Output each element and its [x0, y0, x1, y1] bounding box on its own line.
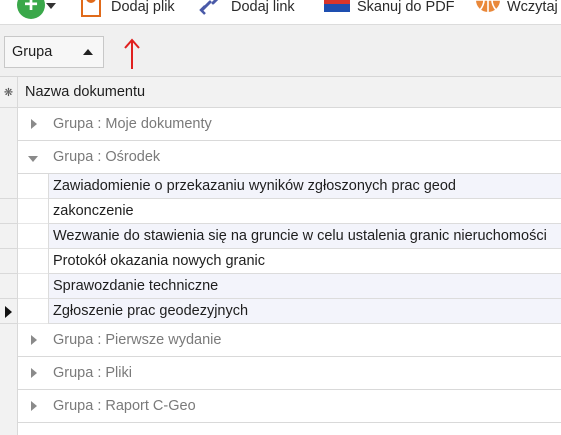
globe-icon [476, 0, 500, 12]
table-row[interactable]: zakonczenie [48, 199, 561, 224]
group-row-raport-c-geo[interactable]: Grupa : Raport C-Geo [18, 390, 561, 423]
group-by-panel: Grupa [0, 24, 561, 77]
chevron-down-icon[interactable] [46, 3, 56, 9]
scan-to-pdf-button[interactable]: Skanuj do PDF [357, 0, 455, 21]
expand-icon[interactable] [31, 335, 37, 345]
row-indicator-current[interactable] [0, 299, 18, 324]
toolbar: + Dodaj plik Dodaj link Skanuj do PDF Wc… [0, 0, 561, 24]
group-chip[interactable]: Grupa [4, 36, 104, 68]
group-indent [18, 224, 48, 249]
table-row[interactable]: Sprawozdanie techniczne [48, 274, 561, 299]
group-label: Grupa : Raport C-Geo [53, 398, 196, 414]
current-row-icon [5, 306, 12, 318]
table-row[interactable]: Zawiadomienie o przekazaniu wyników zgło… [48, 174, 561, 199]
row-indicator[interactable] [0, 249, 18, 274]
row-indicator[interactable] [0, 224, 18, 249]
scanner-icon [324, 0, 350, 12]
add-file-label: Dodaj plik [111, 0, 175, 15]
group-row-pierwsze-wydanie[interactable]: Grupa : Pierwsze wydanie [18, 324, 561, 357]
load-button[interactable]: Wczytaj [507, 0, 558, 21]
table-row[interactable]: Wezwanie do stawienia się na gruncie w c… [48, 224, 561, 249]
document-grid: Grupa : Moje dokumenty Grupa : Ośrodek Z… [0, 108, 561, 435]
file-icon [81, 0, 101, 17]
group-indent [18, 174, 48, 199]
expand-icon[interactable] [31, 401, 37, 411]
group-label: Grupa : Ośrodek [53, 149, 161, 165]
add-link-button[interactable]: Dodaj link [231, 0, 295, 21]
link-icon [199, 0, 219, 15]
group-label: Grupa : Pierwsze wydanie [53, 332, 222, 348]
expand-icon[interactable] [31, 368, 37, 378]
group-indent [18, 249, 48, 274]
column-chooser-icon[interactable]: ❋ [0, 77, 18, 108]
add-file-button[interactable]: Dodaj plik [111, 0, 175, 21]
scan-to-pdf-label: Skanuj do PDF [357, 0, 455, 15]
group-row-osrodek[interactable]: Grupa : Ośrodek [18, 141, 561, 174]
expand-icon[interactable] [31, 119, 37, 129]
load-label: Wczytaj [507, 0, 558, 15]
table-row[interactable]: Protokół okazania nowych granic [48, 249, 561, 274]
row-indicator[interactable] [0, 174, 18, 199]
group-indent [18, 299, 48, 324]
group-indent [18, 199, 48, 224]
group-indent [18, 274, 48, 299]
group-chip-label: Grupa [12, 44, 53, 60]
collapse-icon[interactable] [28, 156, 38, 162]
table-row-current[interactable]: Zgłoszenie prac geodezyjnych [48, 299, 561, 324]
group-row-pliki[interactable]: Grupa : Pliki [18, 357, 561, 390]
sort-ascending-icon[interactable] [83, 49, 93, 55]
group-label: Grupa : Pliki [53, 365, 132, 381]
row-indicator[interactable] [0, 274, 18, 299]
add-link-label: Dodaj link [231, 0, 295, 15]
group-row-moje-dokumenty[interactable]: Grupa : Moje dokumenty [18, 108, 561, 141]
row-indicator[interactable] [0, 199, 18, 224]
column-header-document-name[interactable]: Nazwa dokumentu [25, 84, 145, 100]
group-label: Grupa : Moje dokumenty [53, 116, 212, 132]
plus-icon: + [17, 0, 45, 19]
up-arrow-icon [124, 38, 140, 69]
column-header-row: ❋ Nazwa dokumentu [0, 77, 561, 108]
